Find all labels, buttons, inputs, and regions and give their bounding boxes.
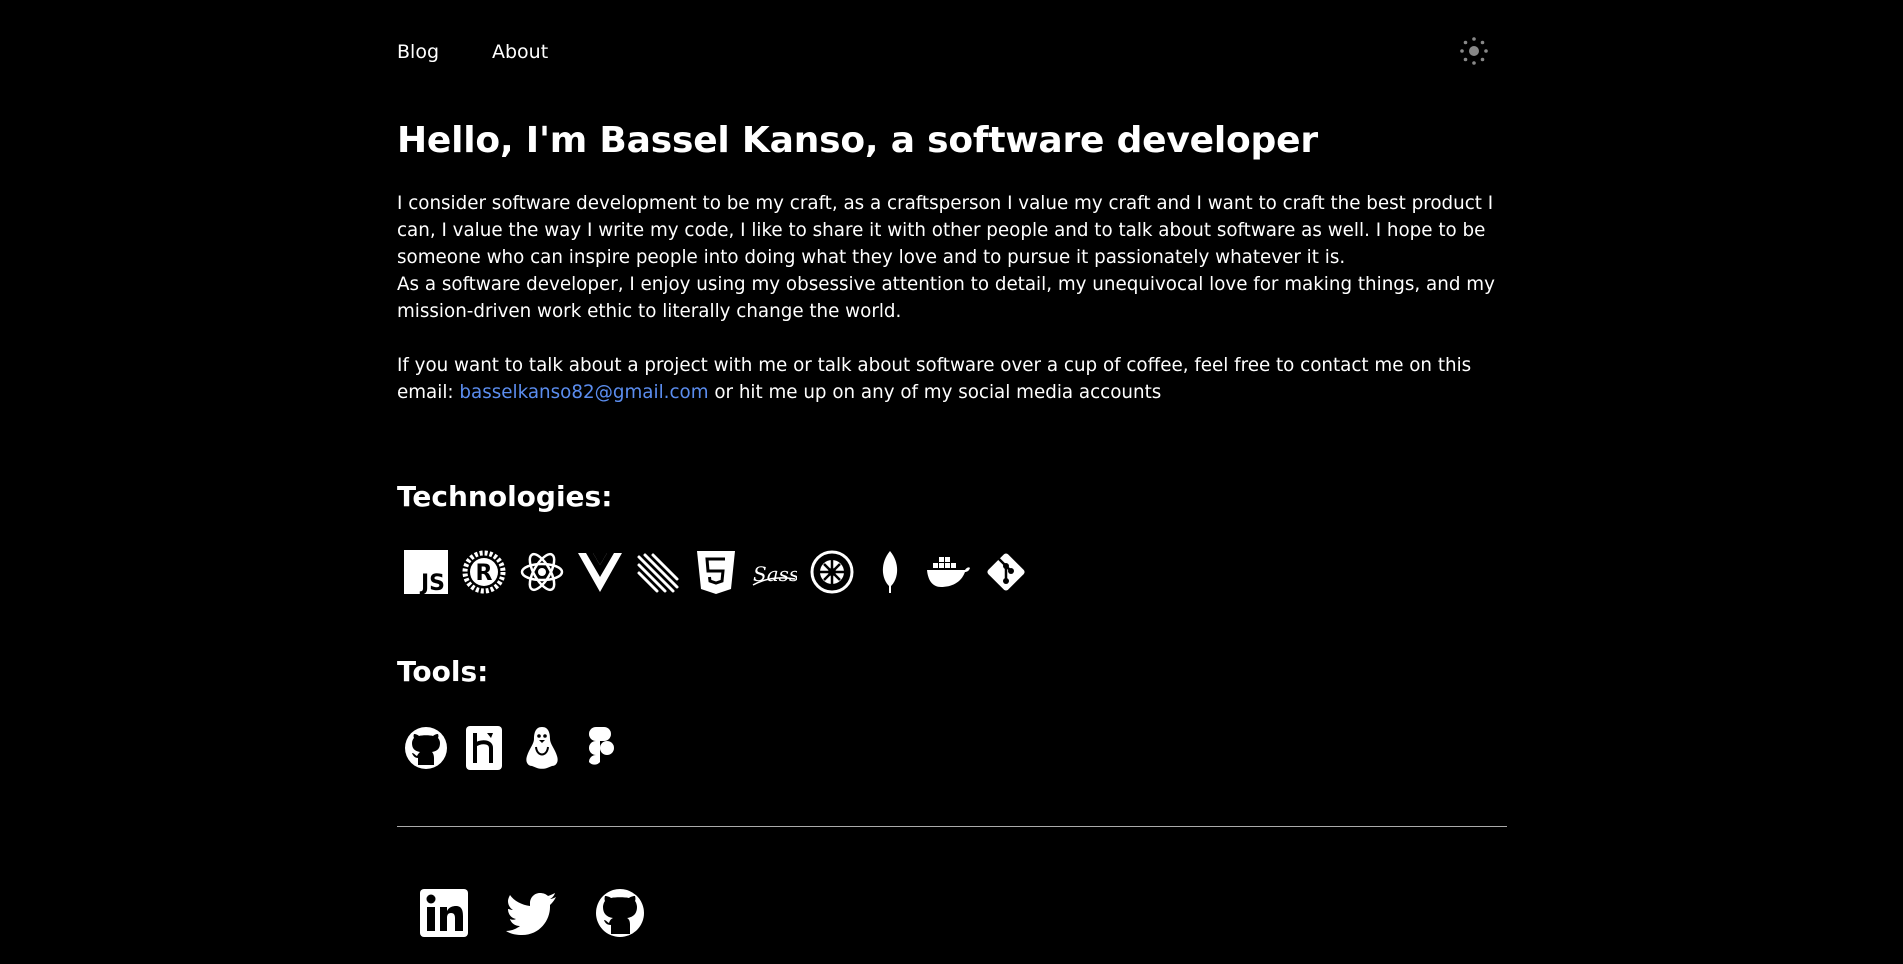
nav-about-link[interactable]: About bbox=[492, 41, 548, 63]
page-title: Hello, I'm Bassel Kanso, a software deve… bbox=[397, 120, 1318, 161]
docker-icon bbox=[925, 548, 971, 596]
svg-text:JS: JS bbox=[419, 571, 445, 595]
vue-icon bbox=[577, 548, 623, 596]
sass-icon: Sass bbox=[751, 548, 797, 596]
contact-paragraph: If you want to talk about a project with… bbox=[397, 352, 1507, 406]
technologies-heading: Technologies: bbox=[397, 480, 613, 513]
sun-icon bbox=[1460, 37, 1488, 65]
html5-icon bbox=[693, 548, 739, 596]
react-icon bbox=[519, 548, 565, 596]
linear-icon bbox=[635, 548, 681, 596]
linkedin-icon[interactable] bbox=[415, 884, 473, 942]
page-container: Blog About Hello, I'm Bassel Kanso, a so… bbox=[397, 0, 1507, 937]
twitter-icon[interactable] bbox=[503, 884, 561, 942]
jest-icon bbox=[809, 548, 855, 596]
figma-icon bbox=[577, 724, 623, 772]
contact-suffix: or hit me up on any of my social media a… bbox=[708, 382, 1162, 403]
rust-icon: R bbox=[461, 548, 507, 596]
javascript-icon: JS bbox=[403, 548, 449, 596]
git-icon bbox=[983, 548, 1029, 596]
intro-paragraph-1: I consider software development to be my… bbox=[397, 193, 1494, 268]
technologies-icon-row: JS R Sass bbox=[403, 548, 1029, 596]
intro-paragraph-2: As a software developer, I enjoy using m… bbox=[397, 274, 1495, 322]
nav-blog-link[interactable]: Blog bbox=[397, 41, 439, 63]
tools-heading: Tools: bbox=[397, 655, 489, 688]
github-icon[interactable] bbox=[591, 884, 649, 942]
github-icon bbox=[403, 724, 449, 772]
section-divider bbox=[397, 826, 1507, 827]
email-link[interactable]: basselkanso82@gmail.com bbox=[459, 382, 708, 403]
linux-icon bbox=[519, 724, 565, 772]
mongodb-icon bbox=[867, 548, 913, 596]
heroku-icon bbox=[461, 724, 507, 772]
theme-toggle-button[interactable] bbox=[1459, 36, 1489, 66]
intro-text: I consider software development to be my… bbox=[397, 190, 1507, 406]
social-links-row bbox=[415, 884, 649, 942]
svg-text:R: R bbox=[476, 561, 493, 586]
top-nav: Blog About bbox=[397, 0, 1507, 104]
tools-icon-row bbox=[403, 724, 623, 772]
